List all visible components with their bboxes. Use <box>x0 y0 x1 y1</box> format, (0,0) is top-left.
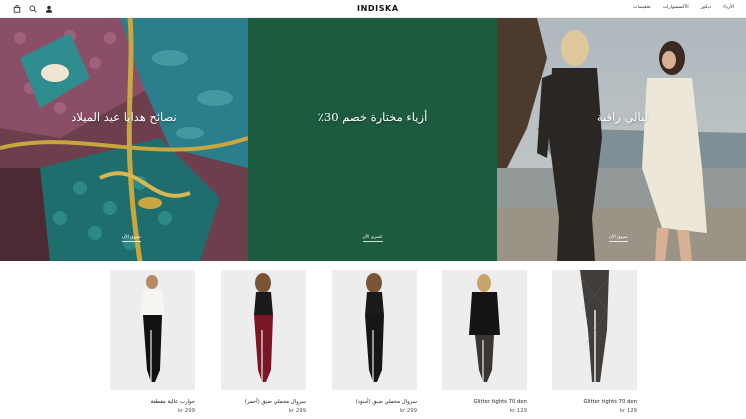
main-nav: الأزياء ديكور الأكسسوارات تخفيضات <box>633 5 734 10</box>
product-image[interactable] <box>552 270 637 390</box>
hero-headline-sale: أزياء مختارة خصم 30٪ <box>317 110 428 124</box>
nav-item-accessories[interactable]: الأكسسوارات <box>663 5 689 10</box>
hero-panel-christmas-gifts[interactable]: نصائح هدايا عيد الميلاد تسوق الآن <box>0 18 248 261</box>
product-image[interactable] <box>332 270 417 390</box>
hero-cta-christmas[interactable]: تسوق الآن <box>122 235 141 242</box>
model-photo <box>221 270 306 390</box>
product-name[interactable]: سروال مخملي ضيق (أسود) <box>307 399 417 405</box>
nav-item-fashion[interactable]: الأزياء <box>723 5 734 10</box>
hero-panel-fashion-sale[interactable]: أزياء مختارة خصم 30٪ اشتري الآن <box>248 18 497 261</box>
product-card[interactable]: جوارب عالية مقطعة kr 299 <box>110 270 195 414</box>
nav-item-sale[interactable]: تخفيضات <box>633 5 651 10</box>
product-image[interactable] <box>221 270 306 390</box>
model-photo <box>332 270 417 390</box>
hero-cta-nights[interactable]: تسوق الآن <box>609 235 628 242</box>
user-icon[interactable] <box>45 5 53 13</box>
product-price: kr 299 <box>288 408 306 414</box>
product-card[interactable]: Glitter tights 70 den kr 129 <box>442 270 527 414</box>
product-card[interactable]: Glitter tights 70 den kr 129 <box>552 270 637 414</box>
hero-headline-christmas: نصائح هدايا عيد الميلاد <box>71 110 177 124</box>
product-price: kr 299 <box>177 408 195 414</box>
brand-logo[interactable]: INDISKA <box>357 4 399 13</box>
product-price: kr 129 <box>509 408 527 414</box>
product-image[interactable] <box>442 270 527 390</box>
product-name[interactable]: Glitter tights 70 den <box>417 399 527 405</box>
product-name[interactable]: سروال مخملي ضيق (أحمر) <box>196 399 306 405</box>
product-image[interactable] <box>110 270 195 390</box>
legs-photo <box>552 270 637 390</box>
header-icons <box>13 5 53 13</box>
product-name[interactable]: جوارب عالية مقطعة <box>85 399 195 405</box>
gift-wrap-image <box>0 18 248 261</box>
hero-banners: نصائح هدايا عيد الميلاد تسوق الآن أزياء … <box>0 18 746 261</box>
search-icon[interactable] <box>29 5 37 13</box>
hero-cta-sale[interactable]: اشتري الآن <box>362 235 383 242</box>
beach-photo <box>497 18 746 261</box>
nav-item-decor[interactable]: ديكور <box>701 5 711 10</box>
product-price: kr 129 <box>619 408 637 414</box>
model-photo <box>110 270 195 390</box>
hero-panel-elegant-nights[interactable]: ليالي راقية تسوق الآن <box>497 18 746 261</box>
product-grid: جوارب عالية مقطعة kr 299 سروال مخملي ضيق… <box>0 270 746 419</box>
product-name[interactable]: Glitter tights 70 den <box>527 399 637 405</box>
product-card[interactable]: سروال مخملي ضيق (أسود) kr 299 <box>332 270 417 414</box>
product-card[interactable]: سروال مخملي ضيق (أحمر) kr 299 <box>221 270 306 414</box>
top-navigation-bar: INDISKA الأزياء ديكور الأكسسوارات تخفيضا… <box>0 0 746 18</box>
hero-headline-nights: ليالي راقية <box>596 110 648 124</box>
bag-icon[interactable] <box>13 5 21 13</box>
model-photo <box>442 270 527 390</box>
product-price: kr 299 <box>399 408 417 414</box>
